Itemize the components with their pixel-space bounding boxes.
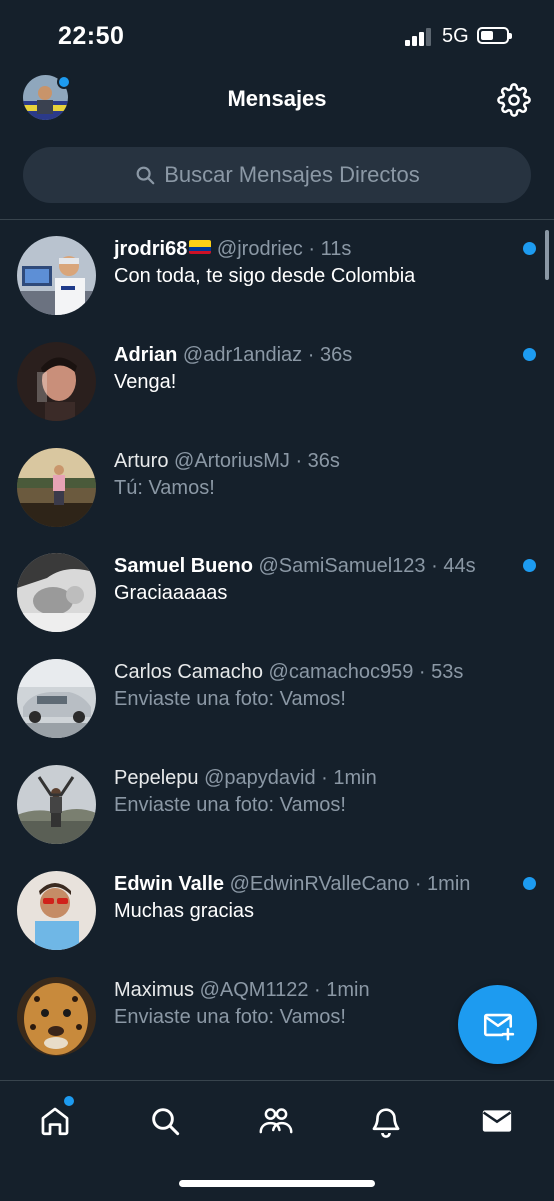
message-preview: Muchas gracias: [114, 900, 254, 923]
message-time: · 53s: [419, 661, 463, 683]
message-preview: Enviaste una foto: Vamos!: [114, 688, 346, 711]
contact-name: jrodri68: [114, 238, 187, 260]
tab-search[interactable]: [145, 1101, 185, 1141]
contact-handle: @EdwinRValleCano: [230, 873, 410, 895]
contact-name: Adrian: [114, 344, 177, 366]
avatar[interactable]: [17, 659, 96, 738]
tab-notifications[interactable]: [366, 1101, 406, 1141]
conversation-row[interactable]: jrodri68 @jrodriec · 11s Con toda, te si…: [0, 220, 554, 326]
status-time: 22:50: [58, 22, 124, 51]
communities-icon: [258, 1104, 294, 1138]
message-preview: Tú: Vamos!: [114, 477, 215, 500]
contact-name: Maximus: [114, 979, 194, 1001]
contact-handle: @ArtoriusMJ: [174, 450, 290, 472]
contact-handle: @adr1andiaz: [183, 344, 302, 366]
gear-icon[interactable]: [497, 83, 531, 117]
search-icon: [134, 164, 156, 186]
messages-icon: [480, 1104, 514, 1138]
contact-name: Pepelepu: [114, 767, 199, 789]
battery-icon: [477, 27, 509, 44]
status-bar: 22:50 5G: [0, 0, 554, 70]
contact-handle: @jrodriec: [217, 238, 303, 260]
header: Mensajes: [0, 70, 554, 130]
avatar[interactable]: [17, 553, 96, 632]
search-placeholder: Buscar Mensajes Directos: [164, 162, 420, 188]
unread-dot: [523, 242, 536, 255]
unread-dot: [523, 348, 536, 361]
contact-name: Carlos Camacho: [114, 661, 263, 683]
conversation-row[interactable]: Edwin Valle @EdwinRValleCano · 1min Much…: [0, 855, 554, 961]
home-indicator: [179, 1180, 375, 1187]
message-preview: Con toda, te sigo desde Colombia: [114, 265, 415, 288]
unread-dot: [523, 877, 536, 890]
message-time: · 36s: [308, 344, 352, 366]
conversation-row[interactable]: Adrian @adr1andiaz · 36s Venga!: [0, 326, 554, 432]
conversation-row[interactable]: Carlos Camacho @camachoc959 · 53s Envias…: [0, 643, 554, 749]
signal-icon: [405, 28, 435, 46]
contact-name: Edwin Valle: [114, 873, 224, 895]
message-preview: Venga!: [114, 371, 176, 394]
avatar[interactable]: [17, 977, 96, 1056]
search-icon: [149, 1105, 181, 1137]
avatar[interactable]: [17, 236, 96, 315]
search-input[interactable]: Buscar Mensajes Directos: [23, 147, 531, 203]
avatar[interactable]: [17, 765, 96, 844]
profile-notification-dot: [57, 75, 71, 89]
contact-handle: @camachoc959: [269, 661, 414, 683]
avatar[interactable]: [17, 871, 96, 950]
network-type: 5G: [442, 25, 469, 48]
message-time: · 44s: [431, 555, 475, 577]
unread-dot: [523, 559, 536, 572]
home-icon: [38, 1104, 72, 1138]
avatar[interactable]: [17, 448, 96, 527]
message-time: · 1min: [321, 767, 377, 789]
avatar[interactable]: [17, 342, 96, 421]
conversation-row[interactable]: Samuel Bueno @SamiSamuel123 · 44s Gracia…: [0, 537, 554, 643]
colombia-flag-icon: [189, 240, 211, 254]
notifications-icon: [369, 1104, 403, 1138]
conversation-list: jrodri68 @jrodriec · 11s Con toda, te si…: [0, 220, 554, 1066]
conversation-row[interactable]: Arturo @ArtoriusMJ · 36s Tú: Vamos!: [0, 432, 554, 538]
contact-handle: @SamiSamuel123: [258, 555, 425, 577]
new-message-button[interactable]: [458, 985, 537, 1064]
contact-handle: @AQM1122: [200, 979, 309, 1001]
message-preview: Enviaste una foto: Vamos!: [114, 794, 346, 817]
contact-name: Arturo: [114, 450, 168, 472]
page-title: Mensajes: [0, 86, 554, 112]
message-time: · 36s: [295, 450, 339, 472]
message-time: · 1min: [314, 979, 370, 1001]
message-time: · 11s: [308, 238, 351, 260]
tab-messages[interactable]: [477, 1101, 517, 1141]
contact-handle: @papydavid: [204, 767, 315, 789]
new-message-icon: [481, 1008, 515, 1042]
message-preview: Graciaaaaas: [114, 582, 227, 605]
tab-communities[interactable]: [256, 1101, 296, 1141]
home-notification-dot: [62, 1094, 76, 1108]
message-time: · 1min: [415, 873, 471, 895]
scrollbar[interactable]: [545, 230, 549, 280]
contact-name: Samuel Bueno: [114, 555, 253, 577]
message-preview: Enviaste una foto: Vamos!: [114, 1006, 346, 1029]
conversation-row[interactable]: Pepelepu @papydavid · 1min Enviaste una …: [0, 749, 554, 855]
